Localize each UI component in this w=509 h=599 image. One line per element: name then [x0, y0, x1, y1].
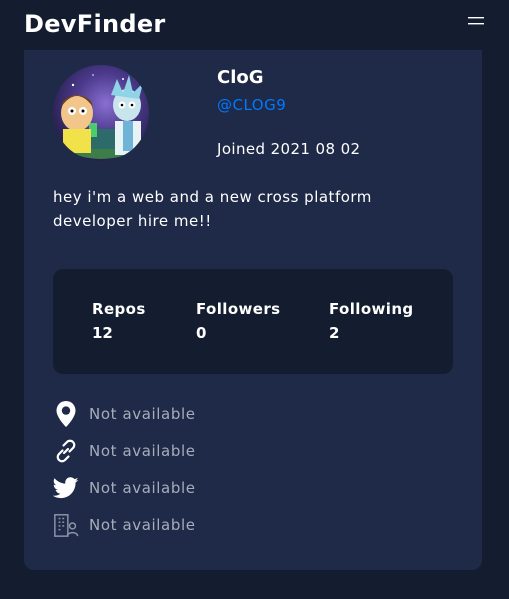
twitter-row: Not available [53, 473, 453, 503]
avatar [53, 65, 149, 161]
stat-repos-value: 12 [92, 324, 113, 342]
stat-followers-value: 0 [196, 324, 207, 342]
hamburger-menu-icon[interactable] [466, 14, 486, 30]
location-pin-icon [53, 399, 79, 429]
stat-following-value: 2 [329, 324, 340, 342]
profile-bio: hey i'm a web and a new cross platform d… [53, 188, 372, 230]
website-text: Not available [89, 442, 196, 460]
website-row: Not available [53, 436, 453, 466]
stat-following: Following 2 [329, 300, 414, 342]
company-text: Not available [89, 516, 196, 534]
stat-followers-label: Followers [196, 300, 281, 318]
company-row: Not available [53, 510, 453, 540]
top-bar: DevFinder [0, 0, 509, 50]
app-logo: DevFinder [24, 10, 166, 38]
twitter-text: Not available [89, 479, 196, 497]
stat-followers: Followers 0 [196, 300, 281, 342]
building-icon [53, 510, 79, 540]
location-text: Not available [89, 405, 196, 423]
twitter-icon [53, 473, 79, 503]
profile-card: CloG @CLOG9 Joined 2021 08 02 hey i'm a … [24, 30, 482, 570]
stat-repos-label: Repos [92, 300, 146, 318]
profile-login-link[interactable]: @CLOG9 [217, 96, 286, 114]
profile-name: CloG [217, 67, 264, 88]
stat-following-label: Following [329, 300, 414, 318]
joined-date: Joined 2021 08 02 [217, 140, 361, 158]
link-icon [53, 436, 79, 466]
stat-repos: Repos 12 [92, 300, 146, 342]
stats-panel: Repos 12 Followers 0 Following 2 [53, 269, 453, 374]
location-row: Not available [53, 399, 453, 429]
